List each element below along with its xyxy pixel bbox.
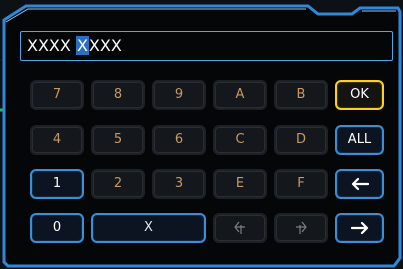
key-d[interactable]: D (274, 125, 328, 155)
all-button[interactable]: ALL (335, 125, 384, 155)
forward-button[interactable] (335, 213, 384, 243)
key-5[interactable]: 5 (91, 125, 145, 155)
key-3[interactable]: 3 (152, 169, 206, 199)
key-x[interactable]: X (91, 213, 206, 243)
arrow-right-icon (350, 221, 368, 234)
key-9[interactable]: 9 (152, 80, 206, 110)
cursor-right-button[interactable] (274, 213, 328, 243)
input-selected-char: X (75, 36, 89, 55)
input-text-after: XXX (88, 36, 122, 55)
key-4[interactable]: 4 (30, 125, 84, 155)
key-f[interactable]: F (274, 169, 328, 199)
key-8[interactable]: 8 (91, 80, 145, 110)
cursor-right-icon (296, 221, 307, 234)
arrow-left-icon (351, 177, 369, 190)
key-1[interactable]: 1 (30, 169, 84, 199)
key-e[interactable]: E (213, 169, 267, 199)
key-a[interactable]: A (213, 80, 267, 110)
backspace-button[interactable] (335, 169, 384, 199)
key-c[interactable]: C (213, 125, 267, 155)
ok-button[interactable]: OK (335, 80, 384, 110)
key-2[interactable]: 2 (91, 169, 145, 199)
key-0[interactable]: 0 (30, 213, 84, 243)
input-text-before: XXXX (27, 36, 76, 55)
key-b[interactable]: B (274, 80, 328, 110)
cursor-left-icon (234, 221, 245, 234)
key-7[interactable]: 7 (30, 80, 84, 110)
text-input-field[interactable]: XXXX XXXX (20, 31, 393, 61)
cursor-left-button[interactable] (213, 213, 267, 243)
key-6[interactable]: 6 (152, 125, 206, 155)
